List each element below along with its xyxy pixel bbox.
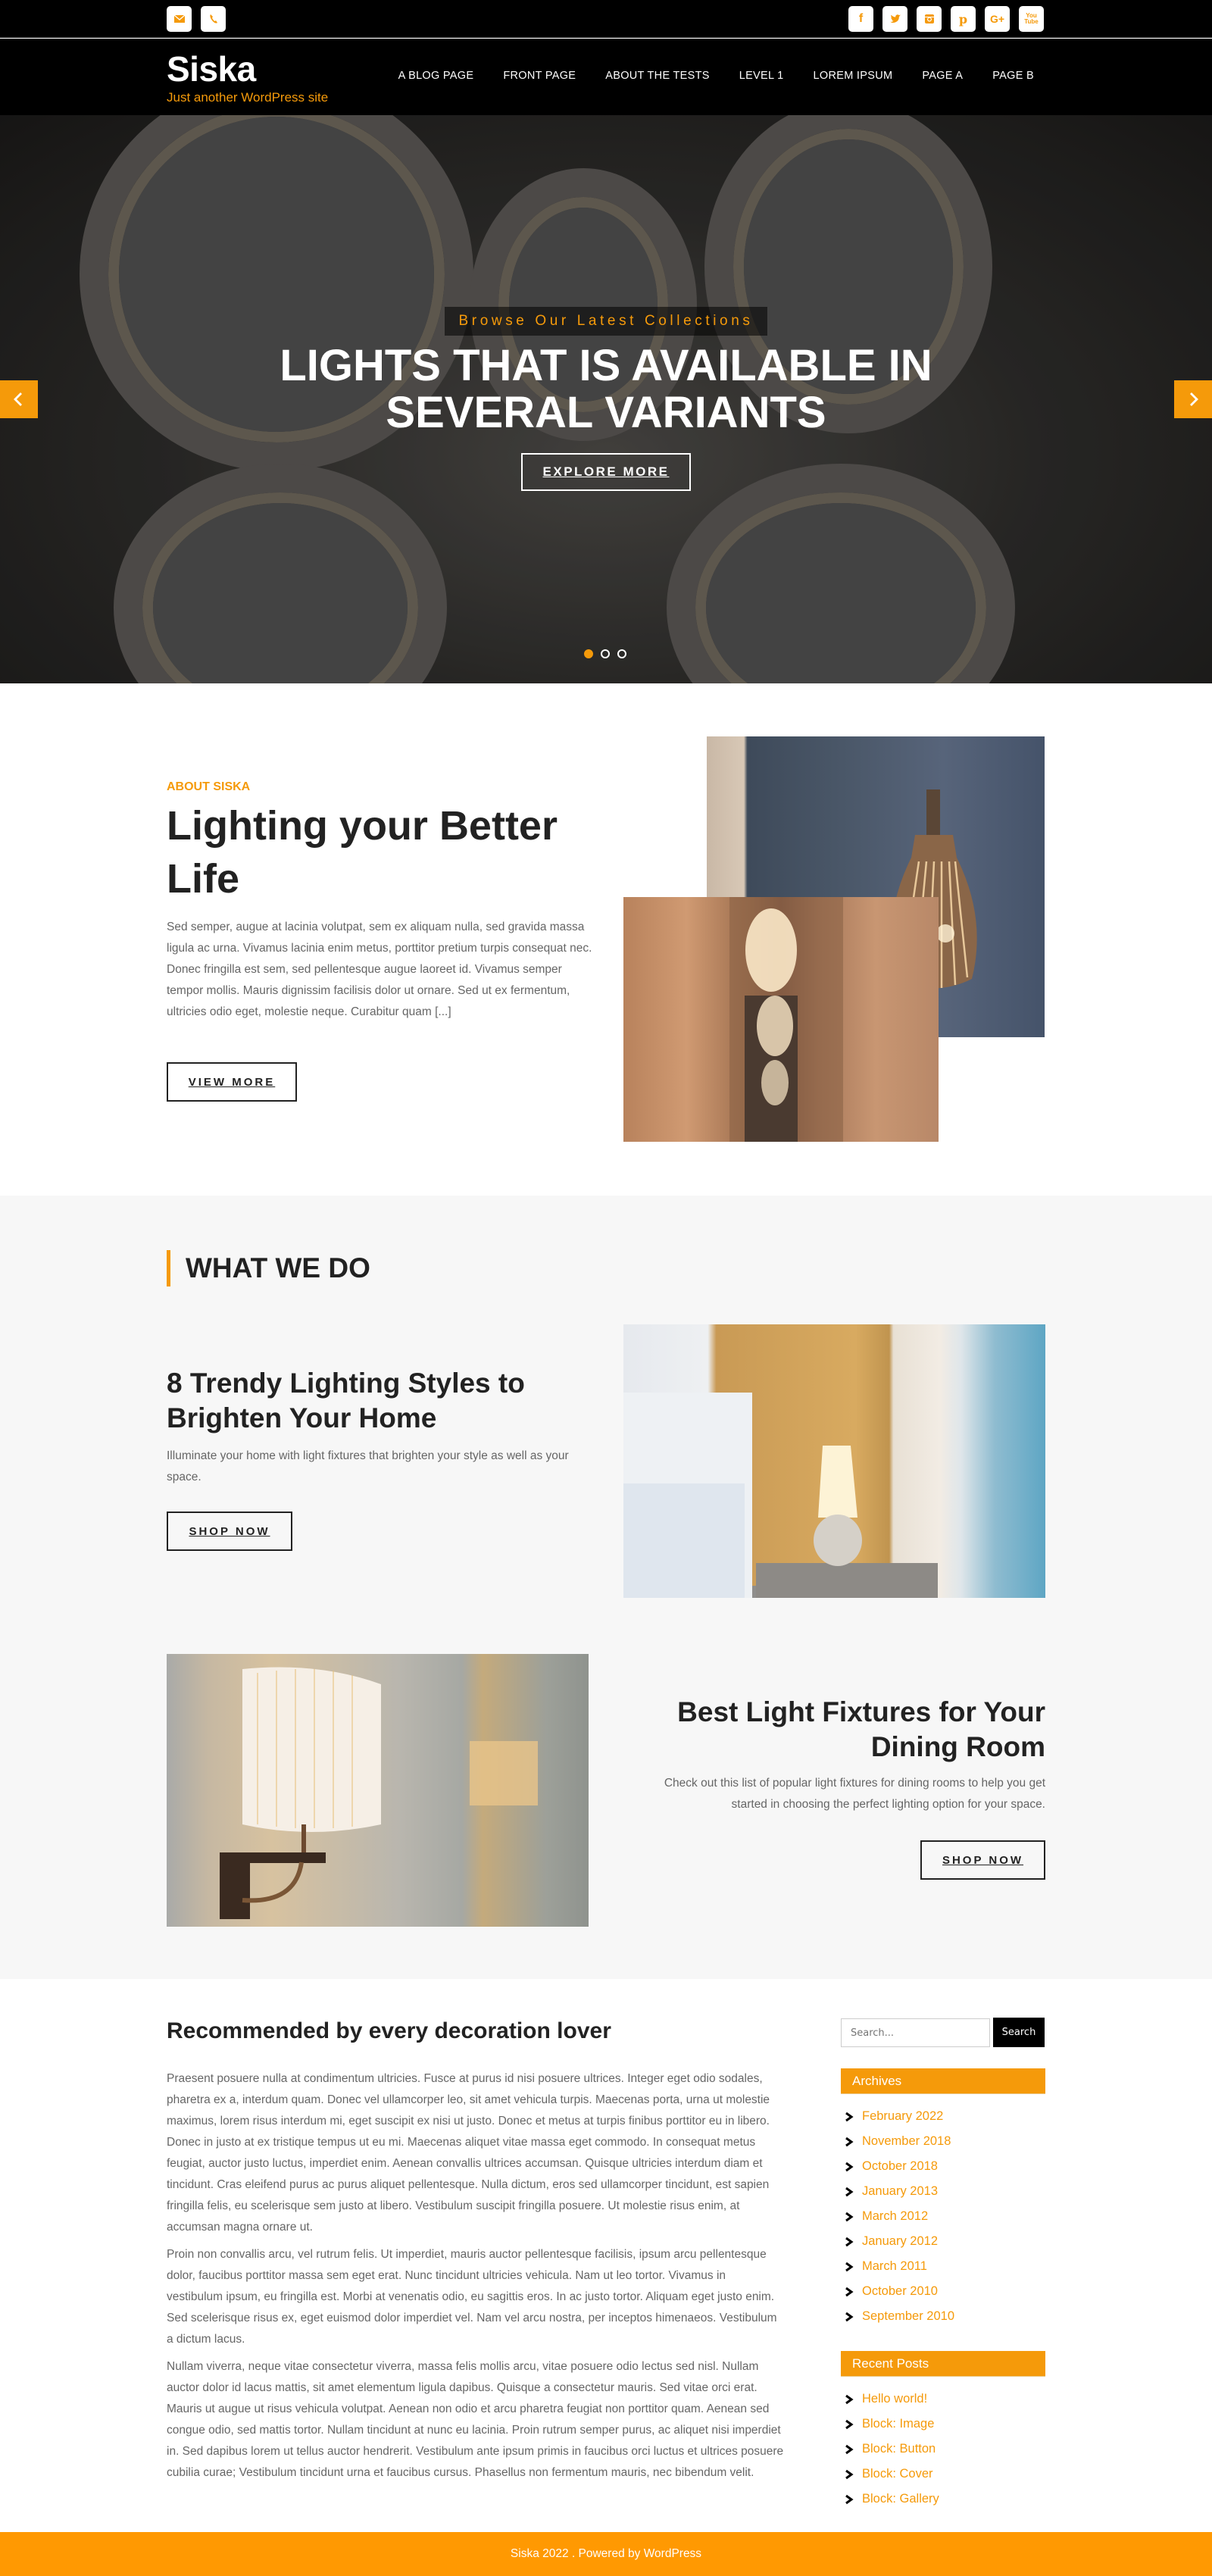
paragraph: Nullam viverra, neque vitae consectetur …	[167, 2360, 784, 2479]
chevron-right-icon	[845, 2312, 854, 2321]
chevron-right-icon	[845, 2394, 854, 2404]
slider-pagination	[584, 649, 626, 658]
archive-link[interactable]: January 2012	[841, 2229, 954, 2254]
slide-dot-3[interactable]	[617, 649, 626, 658]
recent-post-link[interactable]: Block: Gallery	[841, 2487, 939, 2512]
about-title: Lighting your Better Life	[167, 803, 558, 902]
view-more-button[interactable]: VIEW MORE	[167, 1062, 297, 1102]
nav-item-page-b[interactable]: PAGE B	[992, 70, 1034, 82]
search-input[interactable]	[841, 2018, 990, 2047]
chevron-right-icon	[845, 2494, 854, 2504]
site-footer: Siska 2022 . Powered by WordPress	[0, 2532, 1212, 2576]
instagram-icon[interactable]	[917, 6, 942, 32]
nav-item-page-a[interactable]: PAGE A	[922, 70, 963, 82]
slide-dot-1[interactable]	[584, 649, 593, 658]
chevron-right-icon	[845, 2212, 854, 2221]
top-bar: f p G+ You Tube	[0, 0, 1212, 38]
archives-title: Archives	[841, 2068, 1045, 2094]
what-we-do-title: WHAT WE DO	[186, 1252, 370, 1283]
card-title: 8 Trendy Lighting Styles to Brighten You…	[167, 1368, 525, 1433]
facebook-icon[interactable]: f	[848, 6, 873, 32]
recent-post-link[interactable]: Block: Image	[841, 2412, 939, 2437]
nav-item-front-page[interactable]: FRONT PAGE	[503, 70, 576, 82]
chevron-right-icon	[845, 2187, 854, 2196]
slider-next-button[interactable]	[1174, 380, 1212, 418]
site-title[interactable]: Siska	[167, 48, 256, 89]
archive-link[interactable]: January 2013	[841, 2179, 954, 2204]
recent-posts-list: Hello world! Block: Image Block: Button …	[841, 2387, 939, 2512]
recommended-title: Recommended by every decoration lover	[167, 2018, 611, 2043]
section-accent-bar	[167, 1250, 170, 1286]
shop-now-button[interactable]: SHOP NOW	[920, 1840, 1045, 1880]
phone-icon[interactable]	[201, 6, 226, 32]
explore-more-button[interactable]: EXPLORE MORE	[521, 453, 691, 491]
slider-prev-button[interactable]	[0, 380, 38, 418]
main-nav: A BLOG PAGE FRONT PAGE ABOUT THE TESTS L…	[369, 70, 1034, 82]
search-button[interactable]: Search	[993, 2018, 1045, 2047]
nav-item-lorem-ipsum[interactable]: LOREM IPSUM	[814, 70, 893, 82]
recent-post-link[interactable]: Hello world!	[841, 2387, 939, 2412]
hero-eyebrow: Browse Our Latest Collections	[445, 307, 767, 336]
archives-list: February 2022 November 2018 October 2018…	[841, 2104, 954, 2329]
email-icon[interactable]	[167, 6, 192, 32]
card-text: Illuminate your home with light fixtures…	[167, 1449, 569, 1483]
chevron-right-icon	[845, 2237, 854, 2246]
nav-item-about-the-tests[interactable]: ABOUT THE TESTS	[605, 70, 709, 82]
chevron-right-icon	[845, 2162, 854, 2171]
chevron-right-icon	[845, 2444, 854, 2454]
chevron-right-icon	[1190, 392, 1198, 406]
chevron-right-icon	[845, 2112, 854, 2121]
about-text: Sed semper, augue at lacinia volutpat, s…	[167, 921, 592, 1018]
archive-link[interactable]: November 2018	[841, 2129, 954, 2154]
archive-link[interactable]: March 2012	[841, 2204, 954, 2229]
card-text: Check out this list of popular light fix…	[664, 1777, 1045, 1811]
bedside-lamp-image	[623, 1324, 1045, 1598]
archive-link[interactable]: October 2010	[841, 2279, 954, 2304]
chandelier-hall-image	[623, 897, 939, 1142]
chevron-left-icon	[14, 392, 22, 406]
archive-link[interactable]: September 2010	[841, 2304, 954, 2329]
shop-now-button[interactable]: SHOP NOW	[167, 1512, 292, 1551]
archive-link[interactable]: March 2011	[841, 2254, 954, 2279]
chevron-right-icon	[845, 2262, 854, 2271]
hero-slider: Browse Our Latest Collections LIGHTS THA…	[0, 115, 1212, 683]
chevron-right-icon	[845, 2469, 854, 2479]
about-eyebrow: ABOUT SISKA	[167, 780, 251, 793]
wall-sconce-image	[167, 1654, 589, 1927]
site-tagline: Just another WordPress site	[167, 90, 329, 105]
archive-link[interactable]: February 2022	[841, 2104, 954, 2129]
google-plus-icon[interactable]: G+	[985, 6, 1010, 32]
recent-post-link[interactable]: Block: Button	[841, 2437, 939, 2462]
chevron-right-icon	[845, 2287, 854, 2296]
recent-post-link[interactable]: Block: Cover	[841, 2462, 939, 2487]
archive-link[interactable]: October 2018	[841, 2154, 954, 2179]
chevron-right-icon	[845, 2419, 854, 2429]
card-title: Best Light Fixtures for Your Dining Room	[677, 1696, 1045, 1762]
chevron-right-icon	[845, 2137, 854, 2146]
footer-credit: Siska 2022 . Powered by WordPress	[510, 2547, 702, 2560]
hero-title: LIGHTS THAT IS AVAILABLE IN SEVERAL VARI…	[280, 341, 932, 437]
pinterest-icon[interactable]: p	[951, 6, 976, 32]
site-header: Siska Just another WordPress site A BLOG…	[0, 39, 1212, 115]
nav-item-level-1[interactable]: LEVEL 1	[739, 70, 784, 82]
twitter-icon[interactable]	[882, 6, 907, 32]
recent-posts-title: Recent Posts	[841, 2351, 1045, 2377]
nav-item-blog-page[interactable]: A BLOG PAGE	[398, 70, 474, 82]
recommended-body: Praesent posuere nulla at condimentum ul…	[167, 2068, 784, 2490]
paragraph: Proin non convallis arcu, vel rutrum fel…	[167, 2248, 777, 2346]
slide-dot-2[interactable]	[601, 649, 610, 658]
paragraph: Praesent posuere nulla at condimentum ul…	[167, 2072, 770, 2234]
youtube-icon[interactable]: You Tube	[1019, 6, 1044, 32]
